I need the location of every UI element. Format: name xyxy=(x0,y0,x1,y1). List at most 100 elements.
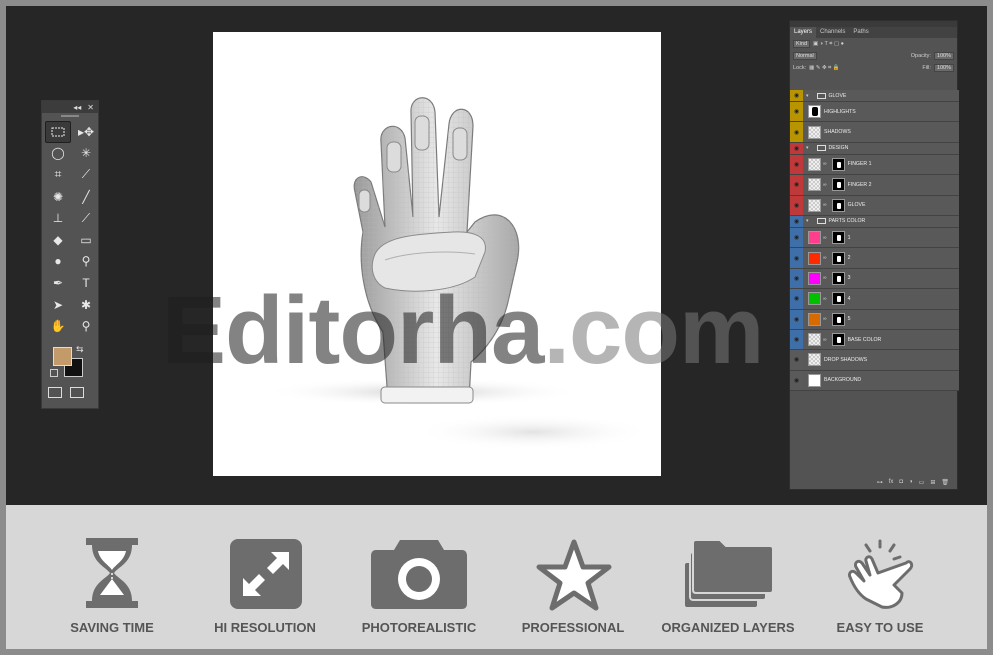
spot-heal-icon[interactable]: ✺ xyxy=(45,186,71,208)
visibility-eye-icon[interactable]: ◉ xyxy=(790,268,803,289)
visibility-eye-icon[interactable]: ◉ xyxy=(790,142,803,154)
tools-panel-header[interactable]: ◂◂ ✕ xyxy=(42,101,98,113)
move-icon[interactable]: ▸✥ xyxy=(73,121,99,143)
close-icon[interactable]: ✕ xyxy=(87,103,94,112)
expand-arrow-icon[interactable]: ▾ xyxy=(806,218,809,224)
layer-mask-thumbnail[interactable] xyxy=(831,333,845,347)
layer-row[interactable]: ◉ ∞ 5 xyxy=(790,309,959,330)
layer-thumbnail xyxy=(808,198,821,212)
filter-kind-select[interactable]: Kind xyxy=(793,40,811,48)
zoom-icon[interactable]: ⚲ xyxy=(73,315,99,337)
layer-group-row[interactable]: ◉ ▾ PARTS COLOR xyxy=(790,215,959,228)
swap-colors-icon[interactable]: ⇆ xyxy=(76,344,84,355)
foreground-color-swatch[interactable] xyxy=(53,346,72,366)
layer-row[interactable]: ◉ ∞ BASE COLOR xyxy=(790,329,959,351)
magic-wand-icon[interactable]: ✳ xyxy=(73,143,99,165)
lock-icons[interactable]: ▦ ✎ ✥ ⌗ 🔒 xyxy=(809,65,839,72)
link-icon[interactable]: ∞ xyxy=(823,316,827,322)
link-icon[interactable]: ∞ xyxy=(823,161,827,167)
visibility-eye-icon[interactable]: ◉ xyxy=(790,122,803,142)
layer-row[interactable]: ◉ HIGHLIGHTS xyxy=(790,102,959,123)
brush-icon[interactable]: ╱ xyxy=(73,186,99,208)
layer-mask-thumbnail[interactable] xyxy=(831,231,845,245)
filter-icons[interactable]: ▣ ◑ T ⌗ ▢ ● xyxy=(813,41,844,48)
stamp-icon[interactable]: ⊥ xyxy=(45,207,71,229)
layer-row[interactable]: ◉ SHADOWS xyxy=(790,122,959,143)
pen-icon[interactable]: ✒ xyxy=(45,272,71,294)
fill-input[interactable]: 100% xyxy=(933,64,954,72)
visibility-eye-icon[interactable]: ◉ xyxy=(790,102,803,122)
lasso-icon[interactable]: ◯ xyxy=(45,143,71,165)
layer-group-row[interactable]: ◉ ▾ DESIGN xyxy=(790,142,959,155)
crop-icon[interactable]: ⌗ xyxy=(45,164,71,186)
adjustment-icon[interactable]: ◑ xyxy=(909,479,913,485)
link-icon[interactable]: ∞ xyxy=(823,182,827,188)
collapse-icon[interactable]: ◂◂ xyxy=(73,103,81,112)
shape-icon[interactable]: ✱ xyxy=(73,294,99,316)
document-canvas[interactable] xyxy=(213,32,661,476)
visibility-eye-icon[interactable]: ◉ xyxy=(790,195,803,215)
layer-mask-thumbnail[interactable] xyxy=(831,157,845,171)
visibility-eye-icon[interactable]: ◉ xyxy=(790,90,803,101)
eraser-icon[interactable]: ◆ xyxy=(45,229,71,251)
visibility-eye-icon[interactable]: ◉ xyxy=(790,227,803,248)
layer-mask-thumbnail[interactable] xyxy=(831,271,845,285)
link-icon[interactable]: ∞ xyxy=(823,296,827,302)
link-layers-icon[interactable]: ⊶ xyxy=(877,479,883,486)
new-layer-icon[interactable]: ⊞ xyxy=(930,479,935,486)
layer-row[interactable]: ◉ BACKGROUND xyxy=(790,370,959,392)
tab-layers[interactable]: Layers xyxy=(790,27,817,38)
layer-group-row[interactable]: ◉ ▾ GLOVE xyxy=(790,90,959,102)
opacity-input[interactable]: 100% xyxy=(933,52,954,60)
expand-arrow-icon[interactable]: ▾ xyxy=(806,93,809,99)
visibility-eye-icon[interactable]: ◉ xyxy=(790,309,803,329)
history-brush-icon[interactable]: ⟋ xyxy=(73,207,99,229)
visibility-eye-icon[interactable]: ◉ xyxy=(790,154,803,175)
visibility-eye-icon[interactable]: ◉ xyxy=(790,329,803,350)
visibility-eye-icon[interactable]: ◉ xyxy=(790,248,803,268)
link-icon[interactable]: ∞ xyxy=(823,235,827,241)
hand-icon[interactable]: ✋ xyxy=(45,315,71,337)
visibility-eye-icon[interactable]: ◉ xyxy=(790,215,803,227)
screen-mode-icon[interactable] xyxy=(70,386,84,398)
link-icon[interactable]: ∞ xyxy=(823,202,827,208)
layer-row[interactable]: ◉ ∞ FINGER 1 xyxy=(790,154,959,176)
layer-row[interactable]: ◉ ∞ 2 xyxy=(790,248,959,269)
fx-icon[interactable]: fx xyxy=(889,479,894,485)
blend-mode-select[interactable]: Normal xyxy=(793,52,817,60)
expand-arrow-icon[interactable]: ▾ xyxy=(806,145,809,151)
visibility-eye-icon[interactable]: ◉ xyxy=(790,370,803,391)
layer-mask-thumbnail[interactable] xyxy=(831,198,845,212)
link-icon[interactable]: ∞ xyxy=(823,255,827,261)
gradient-icon[interactable]: ▭ xyxy=(73,229,99,251)
layer-mask-thumbnail[interactable] xyxy=(831,251,845,265)
type-icon[interactable]: T xyxy=(73,272,99,294)
layer-mask-thumbnail[interactable] xyxy=(831,292,845,306)
delete-layer-icon[interactable]: 🗑 xyxy=(941,479,949,486)
layer-row[interactable]: ◉ ∞ 3 xyxy=(790,268,959,290)
visibility-eye-icon[interactable]: ◉ xyxy=(790,289,803,309)
path-select-icon[interactable]: ➤ xyxy=(45,294,71,316)
visibility-eye-icon[interactable]: ◉ xyxy=(790,350,803,370)
new-group-icon[interactable]: ▭ xyxy=(919,479,925,486)
layer-row[interactable]: ◉ ∞ 4 xyxy=(790,289,959,310)
layer-mask-thumbnail[interactable] xyxy=(831,178,845,192)
tab-paths[interactable]: Paths xyxy=(849,27,872,38)
link-icon[interactable]: ∞ xyxy=(823,275,827,281)
tab-channels[interactable]: Channels xyxy=(816,27,849,38)
dodge-icon[interactable]: ⚲ xyxy=(73,251,99,273)
layer-row[interactable]: ◉ ∞ 1 xyxy=(790,227,959,249)
layer-row[interactable]: ◉ DROP SHADOWS xyxy=(790,350,959,371)
default-colors-icon[interactable] xyxy=(50,368,58,377)
link-icon[interactable]: ∞ xyxy=(823,337,827,343)
add-mask-icon[interactable]: ◘ xyxy=(899,479,903,485)
quick-mask-icon[interactable] xyxy=(48,386,62,398)
blur-icon[interactable]: ● xyxy=(45,251,71,273)
layer-row[interactable]: ◉ ∞ GLOVE xyxy=(790,195,959,216)
marquee-icon[interactable] xyxy=(45,121,71,143)
layer-row[interactable]: ◉ ∞ FINGER 2 xyxy=(790,175,959,196)
visibility-eye-icon[interactable]: ◉ xyxy=(790,175,803,195)
layer-mask-thumbnail[interactable] xyxy=(831,312,845,326)
layer-name: DROP SHADOWS xyxy=(824,356,868,363)
eyedropper-icon[interactable]: ⟋ xyxy=(73,164,99,186)
